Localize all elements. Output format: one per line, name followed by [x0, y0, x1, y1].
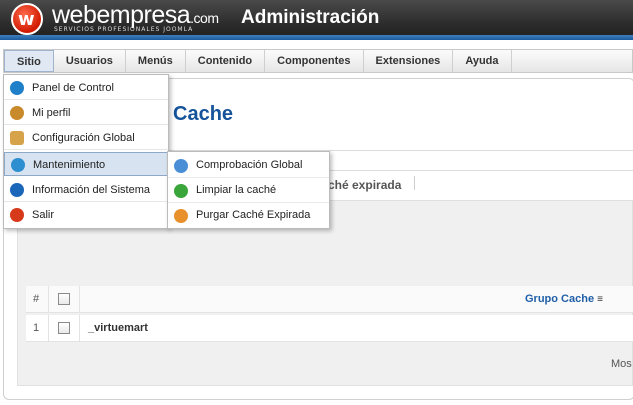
menu-item-informacion-sistema[interactable]: Información del Sistema — [4, 178, 168, 202]
sitio-dropdown: Panel de Control Mi perfil Configuración… — [3, 74, 169, 229]
sort-icon: ≡ — [597, 294, 603, 305]
menu-item-panel-de-control[interactable]: Panel de Control — [4, 76, 168, 100]
admin-header: w webempresa.com SERVICIOS PROFESIONALES… — [0, 0, 633, 40]
menu-item-label: Limpiar la caché — [196, 184, 277, 196]
menu-item-purgar-cache-expirada[interactable]: Purgar Caché Expirada — [168, 203, 329, 228]
menu-usuarios[interactable]: Usuarios — [54, 50, 126, 72]
menu-item-mantenimiento[interactable]: Mantenimiento — [4, 152, 168, 176]
gear-icon — [11, 158, 25, 172]
col-header-num: # — [32, 293, 40, 305]
webempresa-logo-icon: w — [11, 3, 43, 35]
exit-icon — [10, 208, 24, 222]
row-number: 1 — [32, 322, 40, 334]
tab-separator — [414, 176, 415, 190]
check-icon — [174, 159, 188, 173]
header-stripe — [0, 35, 633, 40]
info-icon — [10, 183, 24, 197]
menu-item-label: Purgar Caché Expirada — [196, 209, 311, 221]
user-icon — [10, 106, 24, 120]
menu-item-label: Configuración Global — [32, 132, 135, 144]
menu-item-label: Información del Sistema — [32, 184, 150, 196]
menu-item-configuracion-global[interactable]: Configuración Global — [4, 126, 168, 150]
wrench-icon — [10, 131, 24, 145]
col-header-check — [48, 286, 80, 313]
menu-item-salir[interactable]: Salir — [4, 203, 168, 227]
menu-item-mi-perfil[interactable]: Mi perfil — [4, 101, 168, 125]
table-row: 1 _virtuemart — [26, 315, 633, 342]
pagination-text: Mos — [611, 358, 632, 370]
refresh-icon — [174, 184, 188, 198]
menu-contenido[interactable]: Contenido — [186, 50, 266, 72]
menu-menus[interactable]: Menús — [126, 50, 186, 72]
col-header-grupo-cache[interactable]: Grupo Cache ≡ — [525, 286, 603, 313]
row-checkbox[interactable] — [58, 322, 70, 334]
row-check-cell — [48, 315, 80, 342]
page-title: Cache — [173, 103, 234, 125]
menu-extensiones[interactable]: Extensiones — [364, 50, 454, 72]
tab-cache-expirada[interactable]: ché expirada — [328, 178, 401, 192]
purge-icon — [174, 209, 188, 223]
mantenimiento-submenu: Comprobación Global Limpiar la caché Pur… — [167, 151, 330, 229]
menu-item-label: Mantenimiento — [33, 159, 106, 171]
select-all-checkbox[interactable] — [58, 293, 70, 305]
page-header-title: Administración — [241, 7, 380, 28]
menu-sitio[interactable]: Sitio — [4, 50, 54, 72]
menu-item-label: Panel de Control — [32, 82, 114, 94]
main-menubar: Sitio Usuarios Menús Contenido Component… — [3, 49, 633, 73]
menu-ayuda[interactable]: Ayuda — [453, 50, 512, 72]
panel-icon — [10, 81, 24, 95]
table-header-row: # Grupo Cache ≡ — [26, 286, 633, 313]
logo-tagline: SERVICIOS PROFESIONALES JOOMLA — [54, 26, 194, 33]
menu-item-label: Comprobación Global — [196, 159, 303, 171]
menu-componentes[interactable]: Componentes — [265, 50, 364, 72]
cache-group-name: _virtuemart — [88, 322, 148, 334]
menu-item-limpiar-cache[interactable]: Limpiar la caché — [168, 178, 329, 203]
menu-item-label: Salir — [32, 209, 55, 221]
menu-item-comprobacion-global[interactable]: Comprobación Global — [168, 153, 329, 178]
menu-item-label: Mi perfil — [32, 107, 71, 119]
